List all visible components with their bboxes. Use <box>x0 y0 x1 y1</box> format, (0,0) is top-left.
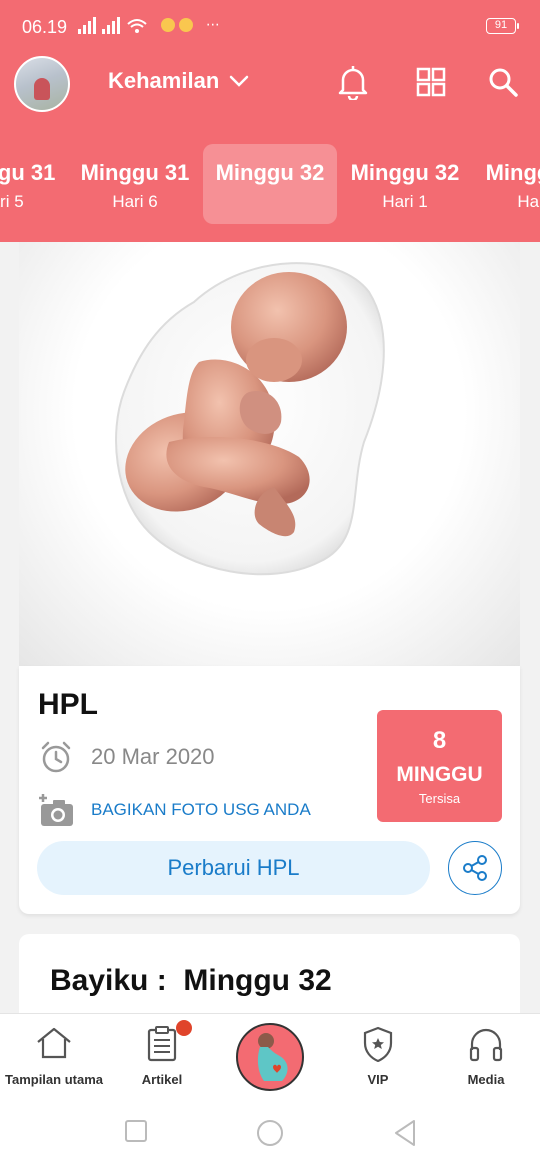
baby-week-card: Bayiku : Minggu 32 <box>19 934 520 1024</box>
alarm-clock-icon <box>41 741 71 773</box>
signal-icon <box>78 17 147 34</box>
week-tab-day: Hari 2 <box>517 192 540 211</box>
nav-label: VIP <box>367 1072 389 1087</box>
battery-level: 91 <box>494 19 508 31</box>
headphones-icon <box>469 1028 503 1062</box>
mode-label: Kehamilan <box>108 68 220 93</box>
nav-label: Tampilan utama <box>4 1072 103 1087</box>
nav-label: Artikel <box>141 1072 183 1087</box>
notification-badge <box>176 1020 192 1036</box>
search-icon <box>489 68 518 97</box>
due-date: 20 Mar 2020 <box>91 744 215 769</box>
week-tab[interactable]: Minggu 32 Hari 1 <box>338 144 472 224</box>
bottom-navigation: Tampilan utama Artikel VIP Media <box>0 1013 540 1097</box>
mode-selector[interactable]: Kehamilan <box>108 68 249 94</box>
due-date-card: HPL 20 Mar 2020 BAGIKAN FOTO USG ANDA 8 … <box>19 666 520 914</box>
pregnancy-center-button[interactable] <box>236 1023 304 1091</box>
grid-icon <box>416 67 446 97</box>
bell-icon <box>338 66 368 100</box>
status-time: 06.19 <box>22 17 68 37</box>
notification-icons: ⋯ <box>160 16 220 34</box>
status-bar: 06.19 ⋯ 91 <box>0 0 540 54</box>
nav-home[interactable]: Tampilan utama <box>0 1014 108 1098</box>
week-tab[interactable]: Minggu 32 Hari 2 <box>473 144 540 224</box>
week-tab-day: Hari 5 <box>0 192 24 211</box>
week-tab-week: Minggu 32 <box>485 160 540 185</box>
nav-articles[interactable]: Artikel <box>108 1014 216 1098</box>
week-tab-week: Minggu 32 <box>350 160 460 185</box>
weeks-remaining-badge: 8 MINGGU Tersisa <box>377 710 502 822</box>
notification-button[interactable] <box>335 64 371 100</box>
week-selector: Minggu 31 Hari 5 Minggu 31 Hari 6 Minggu… <box>0 144 540 224</box>
pregnancy-icon <box>257 1033 288 1081</box>
home-system-icon[interactable] <box>256 1119 284 1147</box>
battery-icon: 91 <box>486 18 519 34</box>
add-photo-icon[interactable] <box>37 792 77 828</box>
nav-vip[interactable]: VIP <box>324 1014 432 1098</box>
vip-shield-icon <box>363 1026 393 1062</box>
week-tab-day: Hari 6 <box>112 192 158 211</box>
nav-media[interactable]: Media <box>432 1014 540 1098</box>
week-tab-week: Minggu 31 <box>0 160 56 185</box>
avatar[interactable] <box>14 56 70 112</box>
article-icon <box>147 1026 177 1062</box>
app-header: 06.19 ⋯ 91 Kehamilan gu 31 ri 5 Minggu 3… <box>0 0 540 242</box>
week-tab-week: Minggu 31 <box>80 160 190 185</box>
baby-week-title: Bayiku : Minggu 32 <box>50 964 332 997</box>
recent-apps-icon[interactable] <box>124 1119 148 1143</box>
week-tab-week: Minggu 32 <box>215 160 325 185</box>
system-navigation-bar <box>0 1097 540 1170</box>
fetus-image <box>115 262 385 576</box>
app-notification-icon <box>161 18 193 33</box>
week-tab[interactable]: Minggu 31 Hari 5 <box>0 144 68 224</box>
chevron-down-icon <box>230 75 249 87</box>
update-hpl-button[interactable]: Perbarui HPL <box>37 841 430 895</box>
week-tab[interactable]: Minggu 31 Hari 6 <box>68 144 202 224</box>
share-ultrasound-link[interactable]: BAGIKAN FOTO USG ANDA <box>91 800 311 820</box>
weeks-remaining-label: Tersisa <box>418 791 461 806</box>
share-icon <box>463 855 487 881</box>
weeks-remaining-number: 8 <box>432 727 447 754</box>
home-icon <box>37 1027 71 1059</box>
nav-label: Media <box>467 1072 505 1087</box>
week-tab-day: Hari 1 <box>382 192 428 211</box>
more-indicator: ⋯ <box>205 16 220 32</box>
back-icon[interactable] <box>392 1119 418 1147</box>
week-tab-selected[interactable]: Minggu 32 <box>203 144 337 224</box>
weeks-remaining-unit: MINGGU <box>396 763 483 786</box>
search-button[interactable] <box>485 64 521 100</box>
menu-grid-button[interactable] <box>413 64 449 100</box>
hpl-title: HPL <box>38 688 98 721</box>
fetus-illustration <box>19 242 520 666</box>
share-button[interactable] <box>448 841 502 895</box>
